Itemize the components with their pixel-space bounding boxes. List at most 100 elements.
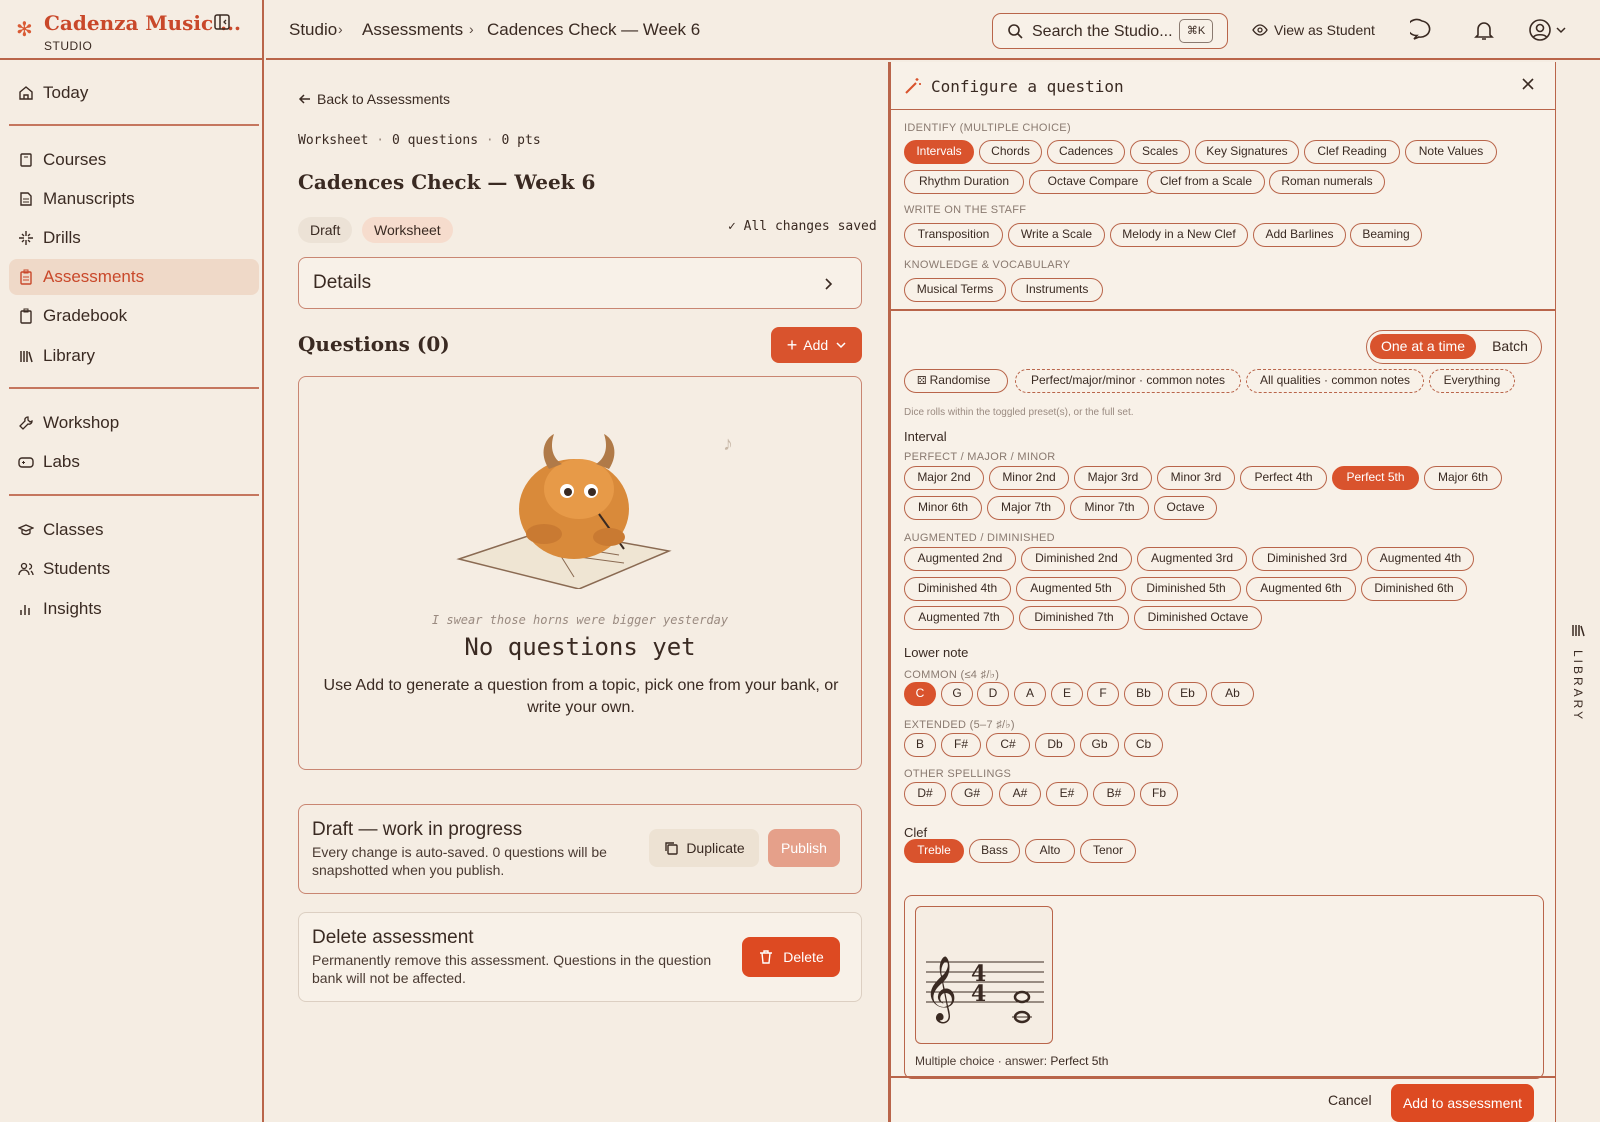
nav-item-assessments[interactable]: Assessments bbox=[9, 259, 259, 295]
note-db[interactable]: Db bbox=[1035, 733, 1075, 757]
topic-chords[interactable]: Chords bbox=[979, 140, 1042, 164]
duplicate-button[interactable]: Duplicate bbox=[649, 829, 759, 867]
mode-batch[interactable]: Batch bbox=[1483, 334, 1537, 359]
interval-diminished-octave[interactable]: Diminished Octave bbox=[1134, 606, 1262, 630]
add-to-assessment-button[interactable]: Add to assessment bbox=[1391, 1084, 1534, 1122]
note-g-sharp[interactable]: G# bbox=[951, 782, 993, 806]
view-as-student-button[interactable]: View as Student bbox=[1252, 22, 1375, 38]
interval-augmented-5th[interactable]: Augmented 5th bbox=[1016, 577, 1126, 601]
topic-cadences[interactable]: Cadences bbox=[1047, 140, 1125, 164]
search-input[interactable]: Search the Studio... bbox=[1032, 23, 1173, 41]
note-d[interactable]: D bbox=[977, 682, 1009, 706]
interval-diminished-5th[interactable]: Diminished 5th bbox=[1131, 577, 1241, 601]
topic-beaming[interactable]: Beaming bbox=[1350, 223, 1422, 247]
nav-item-today[interactable]: Today bbox=[9, 75, 259, 111]
randomise-button[interactable]: ⚄ Randomise bbox=[904, 369, 1008, 393]
interval-augmented-2nd[interactable]: Augmented 2nd bbox=[904, 547, 1016, 571]
add-question-button[interactable]: + Add bbox=[771, 327, 862, 363]
clef-bass[interactable]: Bass bbox=[969, 839, 1020, 863]
interval-major-2nd[interactable]: Major 2nd bbox=[904, 466, 984, 490]
nav-item-library[interactable]: Library bbox=[9, 338, 259, 374]
note-gb[interactable]: Gb bbox=[1080, 733, 1119, 757]
topic-key-signatures[interactable]: Key Signatures bbox=[1195, 140, 1299, 164]
topic-instruments[interactable]: Instruments bbox=[1011, 278, 1103, 302]
interval-major-3rd[interactable]: Major 3rd bbox=[1074, 466, 1152, 490]
interval-diminished-7th[interactable]: Diminished 7th bbox=[1019, 606, 1129, 630]
interval-major-6th[interactable]: Major 6th bbox=[1424, 466, 1502, 490]
nav-item-workshop[interactable]: Workshop bbox=[9, 405, 259, 441]
interval-diminished-4th[interactable]: Diminished 4th bbox=[904, 577, 1011, 601]
note-f-sharp[interactable]: F# bbox=[941, 733, 981, 757]
delete-button[interactable]: Delete bbox=[742, 937, 840, 977]
interval-diminished-3rd[interactable]: Diminished 3rd bbox=[1252, 547, 1362, 571]
library-side-tab[interactable]: LIBRARY bbox=[1556, 62, 1600, 1122]
note-eb[interactable]: Eb bbox=[1168, 682, 1207, 706]
bell-icon[interactable] bbox=[1472, 18, 1496, 42]
chevron-down-icon[interactable] bbox=[1556, 26, 1566, 34]
clef-tenor[interactable]: Tenor bbox=[1080, 839, 1136, 863]
randomise-preset[interactable]: Everything bbox=[1429, 369, 1515, 393]
note-e[interactable]: E bbox=[1051, 682, 1083, 706]
nav-item-insights[interactable]: Insights bbox=[9, 591, 259, 627]
nav-item-classes[interactable]: Classes bbox=[9, 512, 259, 548]
interval-augmented-4th[interactable]: Augmented 4th bbox=[1367, 547, 1474, 571]
account-icon[interactable] bbox=[1528, 18, 1552, 42]
topic-melody-in-a-new-clef[interactable]: Melody in a New Clef bbox=[1110, 223, 1248, 247]
breadcrumb-studio[interactable]: Studio bbox=[289, 20, 337, 40]
nav-item-labs[interactable]: Labs bbox=[9, 444, 259, 480]
interval-minor-7th[interactable]: Minor 7th bbox=[1070, 496, 1149, 520]
collapse-sidebar-icon[interactable] bbox=[212, 12, 232, 32]
interval-diminished-2nd[interactable]: Diminished 2nd bbox=[1021, 547, 1132, 571]
nav-item-manuscripts[interactable]: Manuscripts bbox=[9, 181, 259, 217]
publish-button[interactable]: Publish bbox=[768, 829, 840, 867]
topic-scales[interactable]: Scales bbox=[1130, 140, 1190, 164]
details-accordion[interactable]: Details bbox=[298, 257, 862, 309]
note-f[interactable]: F bbox=[1087, 682, 1119, 706]
topic-intervals[interactable]: Intervals bbox=[904, 140, 974, 164]
topic-roman-numerals[interactable]: Roman numerals bbox=[1269, 170, 1385, 194]
chat-icon[interactable] bbox=[1410, 18, 1434, 42]
interval-augmented-6th[interactable]: Augmented 6th bbox=[1246, 577, 1356, 601]
note-g[interactable]: G bbox=[941, 682, 973, 706]
note-a[interactable]: A bbox=[1014, 682, 1046, 706]
note-cb[interactable]: Cb bbox=[1124, 733, 1163, 757]
note-e-sharp[interactable]: E# bbox=[1046, 782, 1088, 806]
breadcrumb-assessments[interactable]: Assessments bbox=[362, 20, 463, 40]
interval-perfect-4th[interactable]: Perfect 4th bbox=[1240, 466, 1327, 490]
clef-treble[interactable]: Treble bbox=[904, 839, 964, 863]
topic-transposition[interactable]: Transposition bbox=[904, 223, 1003, 247]
nav-item-gradebook[interactable]: Gradebook bbox=[9, 298, 259, 334]
interval-major-7th[interactable]: Major 7th bbox=[987, 496, 1065, 520]
note-bb[interactable]: Bb bbox=[1124, 682, 1163, 706]
close-icon[interactable] bbox=[1521, 77, 1535, 91]
topic-clef-from-a-scale[interactable]: Clef from a Scale bbox=[1147, 170, 1265, 194]
mode-one-at-a-time[interactable]: One at a time bbox=[1370, 334, 1476, 359]
topic-write-a-scale[interactable]: Write a Scale bbox=[1008, 223, 1105, 247]
note-c-sharp[interactable]: C# bbox=[986, 733, 1030, 757]
note-b[interactable]: B bbox=[904, 733, 936, 757]
topic-note-values[interactable]: Note Values bbox=[1405, 140, 1497, 164]
interval-perfect-5th[interactable]: Perfect 5th bbox=[1332, 466, 1419, 490]
search-box[interactable]: Search the Studio... ⌘K bbox=[992, 13, 1228, 49]
interval-diminished-6th[interactable]: Diminished 6th bbox=[1361, 577, 1467, 601]
interval-augmented-7th[interactable]: Augmented 7th bbox=[904, 606, 1014, 630]
back-link[interactable]: Back to Assessments bbox=[298, 91, 450, 107]
cancel-button[interactable]: Cancel bbox=[1328, 1092, 1372, 1108]
interval-minor-3rd[interactable]: Minor 3rd bbox=[1157, 466, 1235, 490]
topic-musical-terms[interactable]: Musical Terms bbox=[904, 278, 1006, 302]
note-d-sharp[interactable]: D# bbox=[904, 782, 946, 806]
interval-minor-6th[interactable]: Minor 6th bbox=[904, 496, 982, 520]
note-ab[interactable]: Ab bbox=[1211, 682, 1254, 706]
topic-clef-reading[interactable]: Clef Reading bbox=[1304, 140, 1400, 164]
nav-item-courses[interactable]: Courses bbox=[9, 142, 259, 178]
note-fb[interactable]: Fb bbox=[1140, 782, 1178, 806]
note-b-sharp[interactable]: B# bbox=[1093, 782, 1135, 806]
interval-minor-2nd[interactable]: Minor 2nd bbox=[989, 466, 1069, 490]
note-a-sharp[interactable]: A# bbox=[999, 782, 1041, 806]
clef-alto[interactable]: Alto bbox=[1025, 839, 1075, 863]
note-c[interactable]: C bbox=[904, 682, 936, 706]
interval-octave[interactable]: Octave bbox=[1154, 496, 1217, 520]
interval-augmented-3rd[interactable]: Augmented 3rd bbox=[1137, 547, 1247, 571]
nav-item-drills[interactable]: Drills bbox=[9, 220, 259, 256]
topic-add-barlines[interactable]: Add Barlines bbox=[1253, 223, 1346, 247]
